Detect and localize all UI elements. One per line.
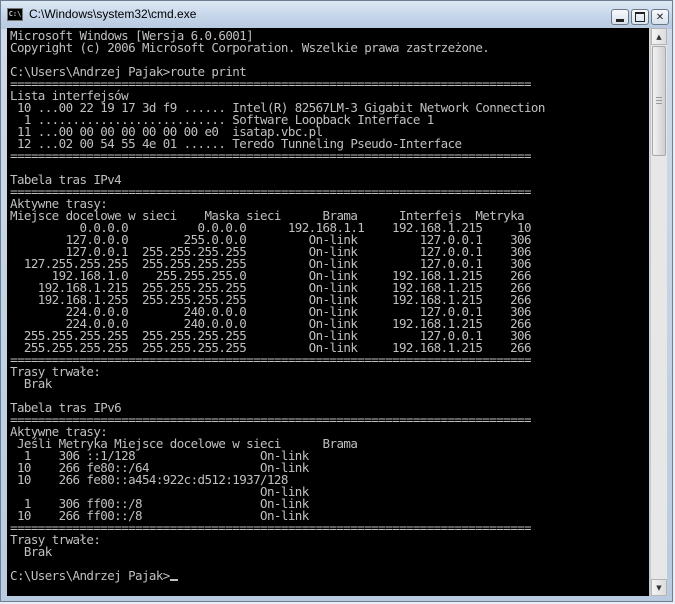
arrow-up-icon: ▲ [656, 32, 662, 41]
console-window: C:\ C:\Windows\system32\cmd.exe ✕ Micros… [0, 0, 673, 602]
grip-line [656, 97, 662, 98]
grip-line [656, 100, 662, 101]
console-lines: Microsoft Windows [Wersja 6.0.6001] Copy… [10, 28, 545, 583]
vertical-scrollbar[interactable]: ▲ ▼ [650, 28, 667, 596]
minimize-icon [616, 19, 624, 22]
text-cursor [169, 579, 178, 581]
arrow-down-icon: ▼ [656, 583, 662, 592]
scroll-down-button[interactable]: ▼ [651, 579, 667, 596]
console-text: Microsoft Windows [Wersja 6.0.6001] Copy… [7, 28, 649, 582]
maximize-icon [635, 12, 645, 22]
maximize-button[interactable] [631, 9, 649, 25]
title-bar[interactable]: C:\ C:\Windows\system32\cmd.exe ✕ [1, 1, 672, 29]
console-output-area[interactable]: Microsoft Windows [Wersja 6.0.6001] Copy… [7, 28, 649, 596]
minimize-button[interactable] [611, 9, 629, 25]
close-icon: ✕ [655, 11, 665, 23]
scroll-up-button[interactable]: ▲ [651, 28, 667, 45]
close-button[interactable]: ✕ [651, 9, 669, 25]
cmd-icon[interactable]: C:\ [7, 8, 23, 21]
grip-line [656, 103, 662, 104]
scroll-thumb[interactable] [652, 46, 666, 156]
window-title: C:\Windows\system32\cmd.exe [29, 7, 197, 21]
